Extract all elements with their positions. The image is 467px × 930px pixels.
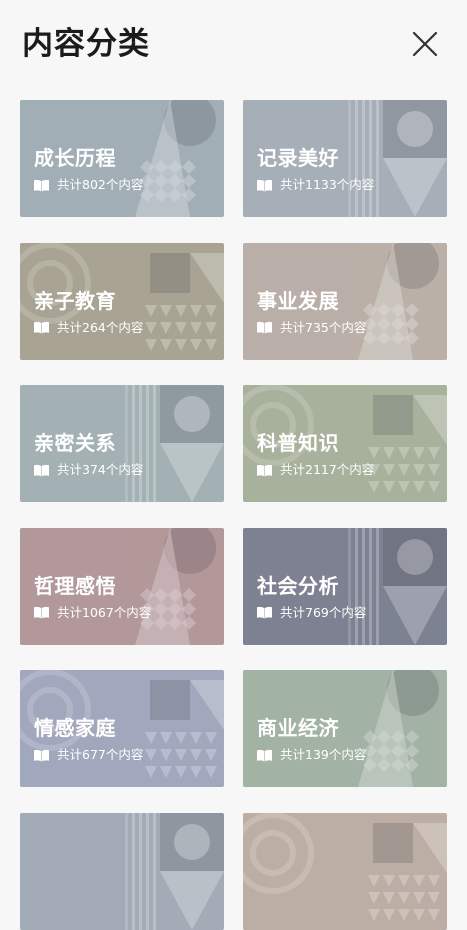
category-meta: 共计802个内容 (33, 177, 143, 193)
category-count: 共计2117个内容 (280, 462, 375, 477)
category-card[interactable]: 商业经济 共计139个内容 (243, 670, 447, 787)
category-card[interactable]: 亲密关系 共计374个内容 (20, 385, 224, 502)
category-card[interactable]: 情感家庭 共计677个内容 (20, 670, 224, 787)
category-meta: 共计264个内容 (33, 320, 143, 336)
book-icon (257, 179, 272, 192)
card-pattern (20, 812, 224, 930)
category-count: 共计769个内容 (280, 604, 367, 620)
category-title: 亲子教育 (34, 288, 116, 313)
page-title: 内容分类 (22, 26, 150, 62)
category-count: 共计374个内容 (57, 462, 144, 477)
category-count: 共计802个内容 (57, 177, 144, 192)
book-icon (34, 321, 49, 334)
category-card[interactable]: 亲子教育 共计264个内容 (20, 242, 224, 360)
category-meta: 共计1067个内容 (33, 605, 151, 621)
category-count: 共计677个内容 (57, 747, 144, 762)
book-icon (34, 749, 49, 762)
category-title: 情感家庭 (34, 716, 116, 740)
category-count: 共计264个内容 (57, 319, 144, 335)
category-title: 社会分析 (257, 573, 339, 598)
category-meta: 共计1133个内容 (256, 177, 374, 193)
category-meta: 共计374个内容 (33, 462, 143, 478)
category-title: 哲理感悟 (34, 573, 116, 598)
book-icon (257, 464, 272, 477)
category-meta: 共计2117个内容 (256, 462, 374, 478)
book-icon (257, 749, 272, 762)
category-card[interactable]: 成长历程 共计802个内容 (20, 100, 224, 217)
category-meta: 共计139个内容 (256, 747, 366, 763)
category-title: 亲密关系 (34, 431, 116, 455)
book-icon (34, 179, 49, 192)
page-header: 内容分类 (0, 0, 467, 90)
category-count: 共计735个内容 (280, 319, 367, 335)
book-icon (34, 464, 49, 477)
category-card[interactable]: 哲理感悟 共计1067个内容 (20, 527, 224, 645)
close-button[interactable] (410, 29, 440, 59)
category-card[interactable]: 社会分析 共计769个内容 (243, 527, 447, 645)
category-meta: 共计769个内容 (256, 605, 366, 621)
category-title: 事业发展 (257, 288, 339, 313)
category-card[interactable]: 科普知识 共计2117个内容 (243, 385, 447, 502)
category-title: 科普知识 (257, 431, 339, 455)
category-count: 共计139个内容 (280, 747, 367, 762)
book-icon (257, 606, 272, 619)
category-count: 共计1133个内容 (280, 177, 375, 192)
category-count: 共计1067个内容 (57, 604, 152, 620)
category-card[interactable]: 记录美好 共计1133个内容 (243, 100, 447, 217)
book-icon (34, 606, 49, 619)
category-meta: 共计735个内容 (256, 320, 366, 336)
category-title: 成长历程 (34, 146, 116, 170)
book-icon (257, 321, 272, 334)
category-title: 记录美好 (257, 146, 339, 170)
card-pattern (243, 812, 447, 930)
category-title: 商业经济 (257, 716, 339, 740)
category-card[interactable] (243, 812, 447, 930)
category-card[interactable] (20, 812, 224, 930)
category-meta: 共计677个内容 (33, 747, 143, 763)
category-card[interactable]: 事业发展 共计735个内容 (243, 242, 447, 360)
close-icon (412, 31, 438, 57)
